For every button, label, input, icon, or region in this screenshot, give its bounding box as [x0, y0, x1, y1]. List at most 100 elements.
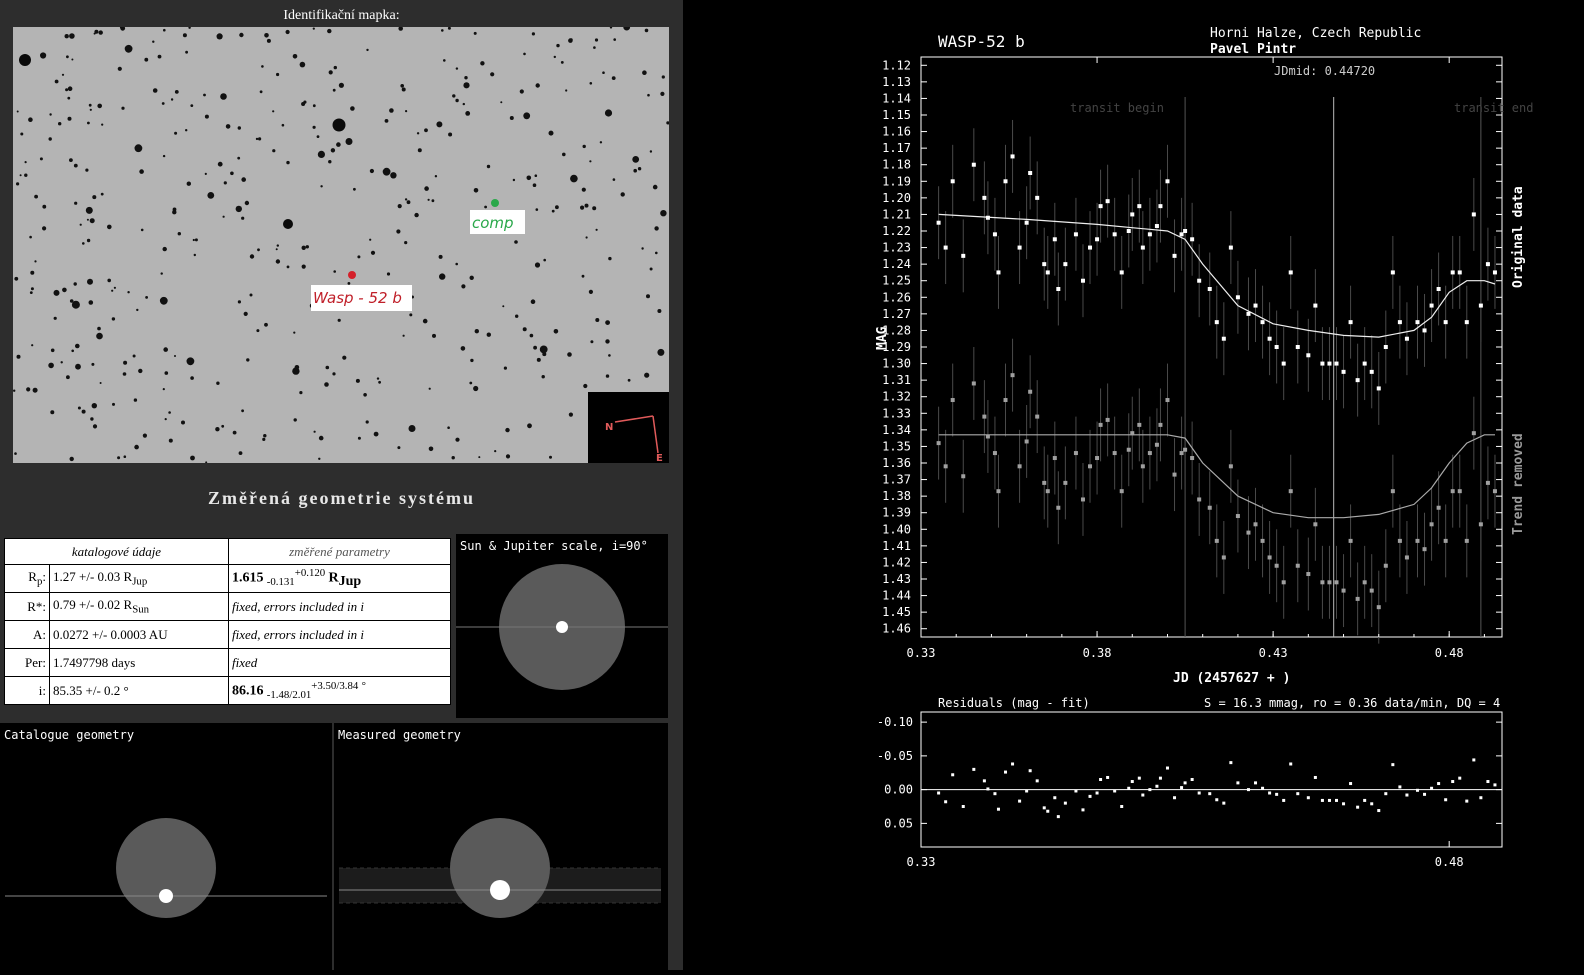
transit-begin-label: transit begin [1070, 101, 1164, 115]
star [350, 106, 355, 111]
star [534, 262, 541, 268]
star [370, 250, 376, 255]
star [473, 188, 479, 193]
table-row: R*: 0.79 +/- 0.02 RSun fixed, errors inc… [4, 592, 451, 621]
data-point-detrended [985, 434, 990, 439]
residual-point [1208, 792, 1212, 796]
star [13, 389, 16, 392]
data-point-detrended [1443, 538, 1448, 543]
star [264, 322, 268, 327]
star [121, 106, 125, 110]
star [533, 345, 537, 350]
data-point-detrended [1267, 555, 1272, 560]
y-tick-label: 1.33 [882, 406, 911, 420]
residual-point [1306, 796, 1310, 800]
residual-point [1320, 798, 1324, 802]
star [123, 360, 128, 365]
data-point-detrended [1190, 456, 1195, 461]
star [89, 218, 95, 224]
star [204, 172, 207, 175]
finder-star-map: Wasp - 52 b comp N E [13, 27, 669, 463]
res-y-tick-label: -0.05 [877, 749, 913, 763]
row-measured: 1.615 -0.131+0.120 RJup [228, 564, 451, 593]
star [369, 238, 372, 241]
x-tick-label: 0.33 [907, 646, 936, 660]
residual-point [1423, 792, 1427, 796]
star [86, 218, 89, 221]
star [262, 437, 266, 441]
star [157, 54, 162, 59]
star [32, 387, 38, 393]
star [230, 171, 234, 176]
star [500, 101, 503, 104]
row-catalog: 0.79 +/- 0.02 RSun [49, 592, 229, 621]
data-point-detrended [1492, 489, 1497, 494]
star [50, 348, 55, 353]
star [87, 278, 93, 285]
data-point-original [1095, 237, 1100, 242]
star [589, 82, 593, 85]
finder-chart-title: Identifikační mapka: [283, 8, 400, 23]
data-point-detrended [1130, 431, 1135, 436]
star [505, 427, 510, 433]
y-tick-label: 1.36 [882, 456, 911, 470]
row-key: Rp: [4, 564, 50, 593]
star [522, 327, 527, 332]
data-point-detrended [1450, 489, 1455, 494]
star [439, 273, 446, 280]
table-row: Rp: 1.27 +/- 0.03 RJup 1.615 -0.131+0.12… [4, 564, 451, 593]
star [422, 318, 428, 324]
star [215, 427, 220, 432]
star [363, 393, 367, 397]
data-point-original [1063, 262, 1068, 267]
star [160, 272, 163, 275]
data-point-original [1436, 287, 1441, 291]
data-point-original [1172, 253, 1177, 258]
data-point-original [1306, 353, 1311, 358]
residual-point [1127, 786, 1131, 790]
star [316, 135, 320, 138]
res-x-tick-label: 0.48 [1435, 855, 1464, 869]
star [312, 27, 315, 30]
data-point-detrended [1207, 505, 1212, 510]
star [249, 254, 255, 259]
measured-header: změřené parametry [228, 538, 451, 565]
data-point-detrended [1362, 580, 1367, 585]
data-point-original [1207, 287, 1212, 291]
data-point-detrended [1422, 547, 1427, 552]
residual-point [1056, 815, 1060, 819]
data-point-detrended [1327, 580, 1332, 585]
residual-point [1095, 791, 1099, 795]
star [177, 232, 181, 236]
star [117, 66, 122, 71]
residual-point [1430, 786, 1434, 790]
star [162, 388, 165, 391]
star [469, 381, 473, 385]
data-point-original [1295, 345, 1300, 349]
data-point-original [1246, 311, 1251, 316]
star [90, 417, 94, 421]
star [357, 255, 361, 259]
data-point-detrended [1376, 605, 1381, 610]
star [134, 144, 143, 153]
residual-point [1384, 792, 1388, 796]
star [627, 378, 631, 382]
data-point-original [950, 179, 955, 184]
residual-point [1451, 780, 1455, 784]
residual-point [1155, 784, 1159, 788]
data-point-detrended [943, 464, 948, 469]
star [91, 403, 98, 409]
star [400, 84, 405, 88]
star [100, 192, 104, 196]
data-point-detrended [1063, 480, 1068, 485]
residual-point [1113, 789, 1117, 793]
star [237, 156, 241, 160]
star [232, 430, 237, 435]
y-tick-label: 1.37 [882, 473, 911, 487]
star [589, 160, 592, 163]
res-x-tick-label: 0.33 [907, 855, 936, 869]
residual-point [1444, 798, 1448, 802]
star [620, 192, 625, 197]
chart-observer: Pavel Pintr [1210, 42, 1296, 57]
star [48, 362, 54, 369]
